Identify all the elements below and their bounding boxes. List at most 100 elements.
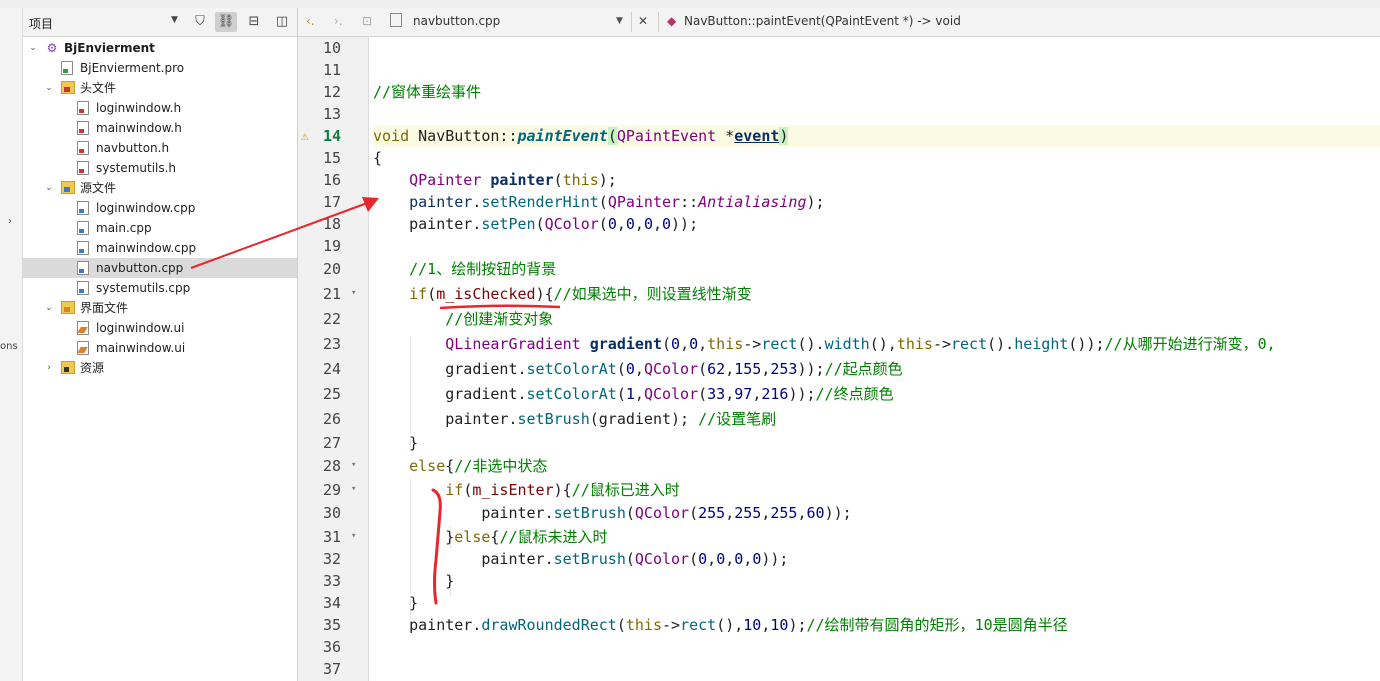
forward-icon[interactable]: ›. — [334, 14, 343, 28]
tree-item[interactable]: systemutils.h — [23, 158, 297, 178]
tree-item-label: loginwindow.h — [96, 101, 182, 115]
tree-item[interactable]: ⌄ ⚙ BjEnvierment — [23, 38, 297, 58]
tree-item-label: 资源 — [80, 361, 105, 375]
code-line[interactable]: gradient.setColorAt(0,QColor(62,155,253)… — [373, 357, 902, 382]
h-file-icon — [77, 161, 89, 175]
code-line[interactable]: painter.drawRoundedRect(this->rect(),10,… — [373, 614, 1068, 636]
collapse-icon[interactable]: › — [43, 358, 55, 378]
cpp-file-icon — [77, 221, 89, 235]
code-line[interactable]: } — [373, 570, 454, 592]
warning-icon[interactable]: ⚠ — [301, 126, 309, 148]
line-number-text: 37 — [322, 660, 341, 678]
line-number-text: 31 — [322, 528, 341, 546]
code-line[interactable]: painter.setBrush(QColor(0,0,0,0)); — [373, 548, 788, 570]
line-number-text: 23 — [322, 335, 341, 353]
tree-item-label: navbutton.cpp — [96, 261, 184, 275]
split-icon[interactable]: ⊟ — [243, 12, 265, 32]
code-line[interactable]: //1、绘制按钮的背景 — [373, 257, 556, 282]
line-number: 27 — [298, 432, 368, 454]
line-number: 18 — [298, 213, 368, 235]
tree-item[interactable]: BjEnvierment.pro — [23, 58, 297, 78]
file-tab[interactable]: navbutton.cpp — [413, 14, 500, 28]
line-number-text: 26 — [322, 410, 341, 428]
line-number-text: 24 — [322, 360, 341, 378]
code-line[interactable]: QPainter painter(this); — [373, 169, 617, 191]
line-number: 20 — [298, 257, 368, 282]
line-number-text: 12 — [322, 83, 341, 101]
back-icon[interactable]: ‹. — [306, 14, 315, 28]
tree-item[interactable]: systemutils.cpp — [23, 278, 297, 298]
sidebar-title[interactable]: 项目 — [29, 15, 53, 32]
tree-item[interactable]: ⌄ 界面文件 — [23, 298, 297, 318]
tree-item-label: 源文件 — [80, 181, 117, 195]
tree-item-label: mainwindow.cpp — [96, 241, 197, 255]
fold-icon[interactable]: ▾ — [351, 281, 356, 306]
symbol-selector[interactable]: NavButton::paintEvent(QPaintEvent *) -> … — [684, 14, 961, 28]
tree-item[interactable]: loginwindow.cpp — [23, 198, 297, 218]
line-number: 26 — [298, 407, 368, 432]
tree-item[interactable]: mainwindow.ui — [23, 338, 297, 358]
close-pane-icon[interactable]: ◫ — [271, 12, 293, 32]
tree-item[interactable]: loginwindow.ui — [23, 318, 297, 338]
fold-icon[interactable]: ▾ — [351, 453, 356, 478]
expand-icon[interactable]: ⌄ — [43, 78, 55, 98]
pro-file-icon — [61, 61, 73, 75]
divider — [631, 12, 632, 32]
folder-icon — [61, 81, 75, 94]
expand-icon[interactable]: ⌄ — [27, 38, 39, 58]
tree-item[interactable]: navbutton.h — [23, 138, 297, 158]
code-line[interactable]: if(m_isEnter){//鼠标已进入时 — [373, 479, 680, 501]
tree-item[interactable]: mainwindow.cpp — [23, 238, 297, 258]
code-line[interactable]: painter.setBrush(gradient); //设置笔刷 — [373, 407, 776, 432]
code-line[interactable]: painter.setBrush(QColor(255,255,255,60))… — [373, 501, 851, 526]
line-number: 24 — [298, 357, 368, 382]
tree-item[interactable]: › 资源 — [23, 358, 297, 378]
code-line[interactable]: } — [373, 432, 418, 454]
line-number: 17 — [298, 191, 368, 213]
filter-icon[interactable]: ⛉ — [189, 12, 211, 32]
code-line[interactable]: { — [373, 147, 382, 169]
code-line[interactable]: if(m_isChecked){//如果选中，则设置线性渐变 — [373, 282, 752, 307]
code-line[interactable]: }else{//鼠标未进入时 — [373, 526, 607, 548]
chevron-down-icon[interactable]: ▼ — [171, 15, 178, 25]
expand-icon[interactable]: ⌄ — [43, 178, 55, 198]
tree-item-label: mainwindow.h — [96, 121, 182, 135]
line-number: 19 — [298, 235, 368, 257]
tree-item[interactable]: main.cpp — [23, 218, 297, 238]
expand-icon[interactable]: ⌄ — [43, 298, 55, 318]
code-line[interactable]: //创建渐变对象 — [373, 307, 553, 332]
lock-icon[interactable]: ⊡ — [362, 14, 372, 28]
code-line[interactable]: gradient.setColorAt(1,QColor(33,97,216))… — [373, 382, 893, 407]
fold-icon[interactable]: ▾ — [351, 525, 356, 547]
tree-item[interactable]: loginwindow.h — [23, 98, 297, 118]
h-file-icon — [77, 121, 89, 135]
link-icon[interactable]: ⛓ — [215, 12, 237, 32]
cpp-file-icon — [77, 241, 89, 255]
chevron-right-icon[interactable]: › — [8, 216, 12, 227]
line-number-text: 19 — [322, 237, 341, 255]
line-number-text: 18 — [322, 215, 341, 233]
code-line[interactable]: QLinearGradient gradient(0,0,this->rect(… — [373, 332, 1275, 357]
tree-item[interactable]: ⌄ 源文件 — [23, 178, 297, 198]
chevron-down-icon[interactable]: ▼ — [616, 16, 623, 26]
code-line[interactable]: void NavButton::paintEvent(QPaintEvent *… — [373, 125, 1380, 147]
tree-item[interactable]: ⌄ 头文件 — [23, 78, 297, 98]
line-number-text: 36 — [322, 638, 341, 656]
code-line[interactable]: else{//非选中状态 — [373, 454, 547, 479]
line-number-text: 32 — [322, 550, 341, 568]
line-number: 36 — [298, 636, 368, 658]
code-line[interactable]: painter.setPen(QColor(0,0,0,0)); — [373, 213, 698, 235]
code-line[interactable]: //窗体重绘事件 — [373, 81, 481, 103]
code-line[interactable]: } — [373, 592, 418, 614]
tree-item[interactable]: navbutton.cpp — [23, 258, 297, 278]
tree-item[interactable]: mainwindow.h — [23, 118, 297, 138]
line-number: 13 — [298, 103, 368, 125]
editor-toolbar: ‹. ›. ⊡ navbutton.cpp ▼ ✕ ◆ NavButton::p… — [298, 8, 1380, 37]
line-number-text: 15 — [322, 149, 341, 167]
tree-item-label: systemutils.cpp — [96, 281, 191, 295]
line-number-text: 13 — [322, 105, 341, 123]
close-icon[interactable]: ✕ — [638, 14, 648, 28]
code-area[interactable]: //窗体重绘事件void NavButton::paintEvent(QPain… — [369, 37, 1380, 681]
fold-icon[interactable]: ▾ — [351, 478, 356, 500]
code-line[interactable]: painter.setRenderHint(QPainter::Antialia… — [373, 191, 824, 213]
